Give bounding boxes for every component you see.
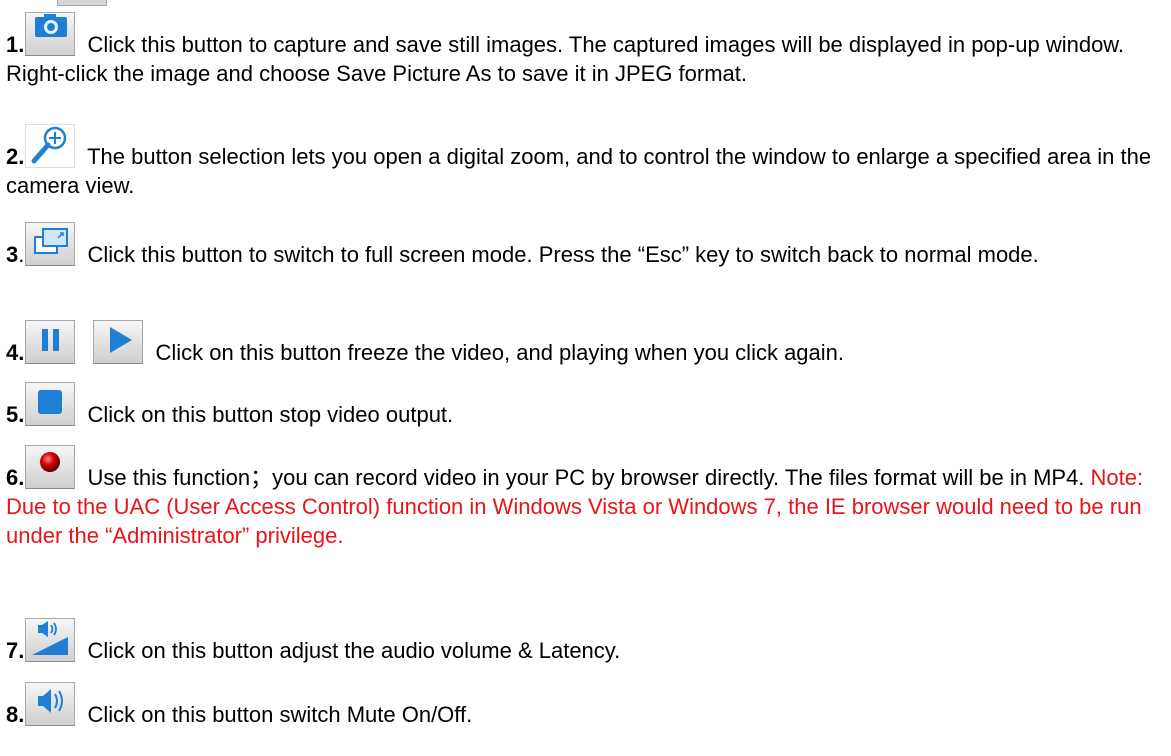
record-icon (25, 445, 76, 489)
volume-adjust-icon (25, 618, 76, 662)
list-item-8: 8. Click on this button switch Mute On/O… (6, 682, 1164, 729)
item-text: Click on this button stop video output. (87, 402, 454, 427)
item-number: 5. (6, 402, 25, 427)
list-item-6: 6. Use this function；you can record vide… (6, 445, 1164, 550)
manual-page: 1. Click this button to capture and save… (0, 0, 1171, 756)
item-number-dot: . (18, 242, 25, 267)
item-number: 8. (6, 702, 25, 727)
speaker-icon (25, 682, 76, 726)
list-item-1: 1. Click this button to capture and save… (6, 12, 1164, 88)
list-item-4: 4. Click on this button freeze the video… (6, 320, 1164, 367)
zoom-in-icon (25, 124, 76, 168)
list-item-7: 7. Click on this button adjust the audio… (6, 618, 1164, 665)
play-icon (93, 320, 144, 364)
item-text: Click on this button freeze the video, a… (155, 340, 845, 365)
stop-icon (25, 382, 76, 426)
pause-icon (25, 320, 76, 364)
list-item-3: 3. Click this button to switch to full s… (6, 222, 1164, 269)
fullscreen-icon (25, 222, 76, 266)
cropped-icon-edge (57, 0, 107, 6)
item-text: Click on this button adjust the audio vo… (87, 638, 621, 663)
item-text: Use this function；you can record video i… (87, 465, 1085, 490)
item-number: 6. (6, 465, 25, 490)
item-number: 2. (6, 144, 25, 169)
list-item-5: 5. Click on this button stop video outpu… (6, 382, 1164, 429)
item-text: Click this button to capture and save st… (6, 32, 1125, 86)
camera-icon (25, 12, 76, 56)
item-text: The button selection lets you open a dig… (6, 144, 1152, 198)
item-number: 3 (6, 242, 19, 267)
item-text: Click this button to switch to full scre… (87, 242, 1039, 267)
list-item-2: 2. The button selection lets you open a … (6, 124, 1164, 200)
item-number: 1. (6, 32, 25, 57)
item-text: Click on this button switch Mute On/Off. (87, 702, 473, 727)
item-number: 7. (6, 638, 25, 663)
item-number: 4. (6, 340, 25, 365)
